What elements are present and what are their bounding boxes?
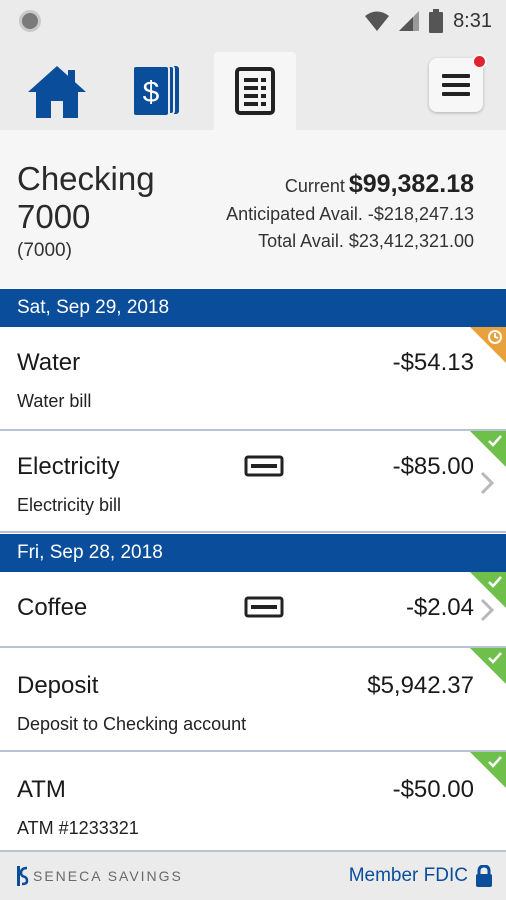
- total-available: Total Avail. $23,412,321.00: [258, 231, 474, 251]
- card-icon: [244, 596, 284, 618]
- current-balance: Current $99,382.18: [285, 170, 474, 199]
- anticipated-balance: Anticipated Avail. -$218,247.13: [226, 204, 474, 224]
- account-name: Checking 7000: [17, 160, 155, 235]
- transaction-name: Water: [17, 349, 81, 376]
- date-header: Sat, Sep 29, 2018: [0, 289, 506, 327]
- current-balance-label: Current: [284, 176, 345, 196]
- transaction-row[interactable]: Coffee -$2.04: [0, 572, 506, 648]
- fdic-label: Member FDIC: [348, 865, 468, 886]
- transaction-name: ATM: [17, 776, 66, 803]
- member-fdic-link[interactable]: Member FDIC: [349, 865, 492, 887]
- checkmark-icon: [488, 576, 502, 588]
- tab-bar: $: [0, 42, 506, 130]
- bank-logo: SENECA SAVINGS: [17, 866, 183, 886]
- statement-icon: [235, 67, 275, 115]
- transaction-row[interactable]: ATM -$50.00 ATM #1233321: [0, 752, 506, 852]
- dollar-cards-icon: $: [132, 65, 179, 117]
- lock-icon: [476, 865, 492, 887]
- transaction-amount: -$85.00: [392, 453, 474, 480]
- transaction-amount: -$54.13: [392, 349, 474, 376]
- status-indicator-icon: [19, 10, 41, 32]
- tab-home[interactable]: [16, 52, 98, 130]
- footer: SENECA SAVINGS Member FDIC: [0, 852, 506, 900]
- account-number: (7000): [17, 240, 72, 261]
- transaction-name: Deposit: [17, 672, 99, 699]
- transaction-amount: $5,942.37: [367, 672, 474, 699]
- home-icon: [28, 66, 86, 118]
- transaction-description: Deposit to Checking account: [17, 714, 247, 734]
- checkmark-icon: [488, 435, 502, 447]
- svg-text:$: $: [143, 76, 160, 109]
- status-bar: 8:31: [0, 0, 506, 42]
- transaction-description: Water bill: [17, 391, 92, 411]
- wifi-icon: [365, 11, 390, 31]
- account-summary: Checking 7000 (7000) Current $99,382.18 A…: [0, 130, 506, 288]
- tab-accounts[interactable]: $: [115, 52, 197, 130]
- signal-icon: [399, 11, 420, 31]
- transaction-row[interactable]: Deposit $5,942.37 Deposit to Checking ac…: [0, 648, 506, 752]
- checkmark-icon: [488, 756, 502, 768]
- transaction-row[interactable]: Electricity -$85.00 Electricity bill: [0, 431, 506, 533]
- transaction-description: ATM #1233321: [17, 818, 139, 838]
- card-icon: [244, 455, 284, 477]
- hamburger-menu-icon: [442, 74, 470, 96]
- date-header: Fri, Sep 28, 2018: [0, 534, 506, 572]
- transaction-name: Coffee: [17, 594, 88, 621]
- tab-statements[interactable]: [214, 52, 296, 130]
- transaction-amount: -$50.00: [392, 776, 474, 803]
- transaction-amount: -$2.04: [405, 594, 474, 621]
- checkmark-icon: [488, 652, 502, 664]
- transaction-name: Electricity: [17, 453, 120, 480]
- notification-badge: [472, 54, 487, 69]
- current-balance-value: $99,382.18: [348, 170, 474, 198]
- clock: 8:31: [453, 9, 492, 32]
- transaction-row[interactable]: Water -$54.13 Water bill: [0, 327, 506, 431]
- seneca-logo-icon: [17, 866, 29, 886]
- menu-button[interactable]: [429, 54, 487, 112]
- chevron-right-icon[interactable]: [480, 471, 494, 495]
- clock-icon: [488, 330, 502, 344]
- bank-name: SENECA SAVINGS: [33, 868, 183, 884]
- transaction-description: Electricity bill: [17, 495, 122, 515]
- battery-icon: [429, 9, 444, 33]
